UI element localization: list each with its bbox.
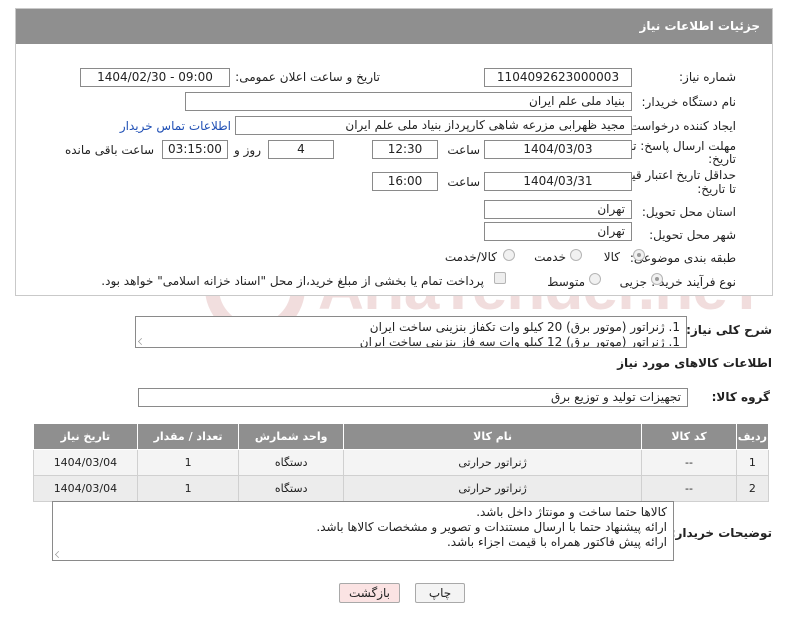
description-line-1: 1. ژنراتور (موتور برق) 20 کیلو وات تکفاز… — [369, 320, 680, 334]
panel-title: جزئیات اطلاعات نیاز — [16, 9, 772, 44]
process-partial-label: جزیی — [619, 275, 647, 289]
category-both-radio[interactable] — [503, 249, 515, 261]
creator-label: ایجاد کننده درخواست: — [625, 119, 736, 133]
goods-table-header: ردیف کد کالا نام کالا واحد شمارش تعداد /… — [33, 423, 770, 450]
city-field[interactable]: تهران — [484, 222, 632, 241]
goods-group-field[interactable]: تجهیزات تولید و توزیع برق — [138, 388, 688, 407]
category-both-label: کالا/خدمت — [444, 250, 497, 264]
buyer-notes-textarea[interactable]: کالاها حتما ساخت و مونتاژ داخل باشد. ارا… — [52, 501, 674, 561]
goods-group-label: گروه کالا: — [711, 390, 770, 404]
buyer-org-label: نام دستگاه خریدار: — [641, 95, 737, 109]
col-qty: تعداد / مقدار — [136, 423, 240, 450]
cell-index: 2 — [735, 475, 770, 502]
col-name: نام کالا — [342, 423, 643, 450]
days-field[interactable]: 4 — [268, 140, 334, 159]
city-label: شهر محل تحویل: — [649, 228, 736, 242]
min-validity-label-2: تا تاریخ: — [697, 182, 736, 196]
description-line-2: 1. ژنراتور (موتور برق) 12 کیلو وات سه فا… — [359, 335, 680, 348]
cell-index: 1 — [735, 449, 770, 476]
col-date: تاریخ نیاز — [33, 423, 138, 450]
cell-unit: دستگاه — [238, 449, 344, 476]
reply-date-field[interactable]: 1404/03/03 — [484, 140, 632, 159]
days-label: روز و — [234, 143, 261, 157]
table-row[interactable]: 1 -- ژنراتور حرارتی دستگاه 1 1404/03/04 — [33, 449, 770, 476]
need-number-label: شماره نیاز: — [679, 70, 736, 84]
goods-table: ردیف کد کالا نام کالا واحد شمارش تعداد /… — [33, 423, 770, 502]
remaining-label: ساعت باقی مانده — [64, 143, 154, 157]
table-row[interactable]: 2 -- ژنراتور حرارتی دستگاه 1 1404/03/04 — [33, 475, 770, 502]
min-validity-time-label: ساعت — [447, 175, 480, 189]
buyer-notes-line-2: ارائه پیشنهاد حتما با ارسال مستندات و تص… — [316, 520, 667, 534]
buyer-org-field[interactable]: بنیاد ملی علم ایران — [185, 92, 632, 111]
category-service-radio[interactable] — [570, 249, 582, 261]
cell-code: -- — [641, 449, 737, 476]
category-goods-label: کالا — [603, 250, 620, 264]
province-field[interactable]: تهران — [484, 200, 632, 219]
cell-date: 1404/03/04 — [33, 449, 138, 476]
need-number-field[interactable]: 1104092623000003 — [484, 68, 632, 87]
announce-label: تاریخ و ساعت اعلان عمومی: — [235, 70, 380, 84]
cell-unit: دستگاه — [238, 475, 344, 502]
cell-qty: 1 — [136, 449, 240, 476]
col-unit: واحد شمارش — [238, 423, 344, 450]
buyer-notes-line-3: ارائه پیش فاکتور همراه با قیمت اجزاء باش… — [446, 535, 667, 549]
remaining-time-field[interactable]: 03:15:00 — [162, 140, 228, 159]
category-service-label: خدمت — [534, 250, 566, 264]
cell-name: ژنراتور حرارتی — [342, 475, 643, 502]
treasury-payment-note: پرداخت تمام یا بخشی از مبلغ خرید،از محل … — [101, 274, 484, 288]
process-label: نوع فرآیند خرید : — [651, 275, 736, 289]
treasury-payment-checkbox[interactable] — [494, 272, 506, 284]
reply-time-field[interactable]: 12:30 — [372, 140, 438, 159]
description-label: شرح کلی نیاز: — [686, 323, 772, 337]
category-goods-radio[interactable] — [633, 249, 645, 261]
min-validity-date-field[interactable]: 1404/03/31 — [484, 172, 632, 191]
process-medium-radio[interactable] — [589, 273, 601, 285]
resize-grip-icon[interactable] — [55, 551, 62, 558]
cell-code: -- — [641, 475, 737, 502]
announce-field[interactable]: 1404/02/30 - 09:00 — [80, 68, 230, 87]
cell-date: 1404/03/04 — [33, 475, 138, 502]
reply-deadline-label-2: تاریخ: — [708, 152, 736, 166]
province-label: استان محل تحویل: — [641, 205, 736, 219]
creator-field[interactable]: مجید ظهرابی مزرعه شاهی کارپرداز بنیاد مل… — [235, 116, 632, 135]
min-validity-time-field[interactable]: 16:00 — [372, 172, 438, 191]
col-code: کد کالا — [641, 423, 737, 450]
description-textarea[interactable]: 1. ژنراتور (موتور برق) 20 کیلو وات تکفاز… — [135, 316, 687, 348]
process-partial-radio[interactable] — [651, 273, 663, 285]
buyer-notes-label: توضیحات خریدار: — [670, 526, 772, 540]
buyer-notes-line-1: کالاها حتما ساخت و مونتاژ داخل باشد. — [476, 505, 667, 519]
cell-qty: 1 — [136, 475, 240, 502]
cell-name: ژنراتور حرارتی — [342, 449, 643, 476]
back-button[interactable]: بازگشت — [339, 583, 400, 603]
contact-buyer-link[interactable]: اطلاعات تماس خریدار — [120, 119, 231, 133]
print-button[interactable]: چاپ — [415, 583, 465, 603]
goods-section-title: اطلاعات کالاهای مورد نیاز — [617, 356, 772, 370]
reply-deadline-label: مهلت ارسال پاسخ: تا — [629, 139, 736, 153]
reply-time-label: ساعت — [447, 143, 480, 157]
category-label: طبقه بندی موضوعی: — [629, 251, 736, 265]
col-index: ردیف — [735, 423, 770, 450]
process-medium-label: متوسط — [547, 275, 585, 289]
